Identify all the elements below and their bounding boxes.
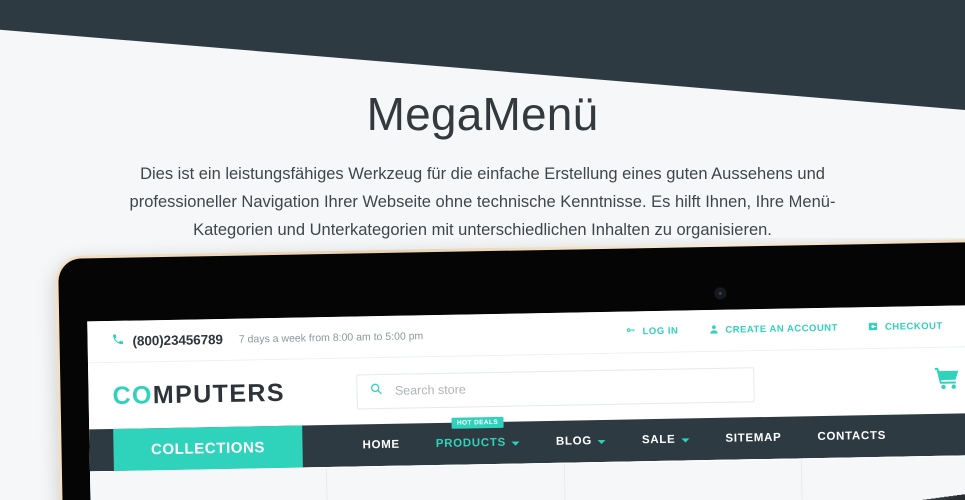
working-hours: 7 days a week from 8:00 am to 5:00 pm [238,329,424,346]
key-icon [625,325,636,339]
nav-item-label: BLOG [555,435,593,448]
tablet-device: (800)23456789 7 days a week from 8:00 am… [55,238,965,500]
hero-description: Dies ist ein leistungsfähiges Werkzeug f… [129,165,836,239]
hero-section: MegaMenü Dies ist ein leistungsfähiges W… [0,86,965,244]
nav-collections-button[interactable]: COLLECTIONS [113,425,303,471]
nav-item-label: SALE [641,433,676,447]
chevron-down-icon [597,439,607,445]
product-image [871,488,965,500]
nav-item-label: CONTACTS [817,429,887,444]
hot-deals-badge: HOT DEALS [451,416,504,429]
cart-widget[interactable]: CART: 0 item(s) [933,364,965,396]
product-cell[interactable] [327,463,570,500]
product-cell[interactable] [89,468,333,500]
create-account-link[interactable]: CREATE AN ACCOUNT [708,321,838,337]
nav-item-sale[interactable]: SALE [624,418,708,462]
checkout-link[interactable]: CHECKOUT [868,319,943,334]
tablet-screen: (800)23456789 7 days a week from 8:00 am… [87,304,965,500]
nav-collections-label: COLLECTIONS [150,438,266,458]
site-logo[interactable]: COMPUTERS [112,378,285,410]
header-spacer [755,381,934,384]
chevron-down-icon [681,438,690,443]
nav-item-products[interactable]: HOT DEALS PRODUCTS [417,416,538,465]
nav-item-label: PRODUCTS [435,436,507,451]
checkout-label: CHECKOUT [884,320,943,333]
search-box[interactable] [356,366,756,409]
nav-item-sitemap[interactable]: SITEMAP [707,416,800,460]
create-account-label: CREATE AN ACCOUNT [725,322,839,336]
page-title: MegaMenü [366,88,599,140]
nav-item-label: SITEMAP [725,431,782,445]
cart-icon [933,366,961,394]
login-link[interactable]: LOG IN [625,324,678,339]
logo-accent-text: CO [112,380,154,410]
search-input[interactable] [392,376,742,399]
search-icon [370,382,383,400]
device-mockup: (800)23456789 7 days a week from 8:00 am… [0,238,965,500]
nav-item-home[interactable]: HOME [344,423,418,466]
nav-item-label: HOME [362,438,400,452]
login-label: LOG IN [642,325,679,338]
product-cell[interactable] [801,455,965,500]
user-icon [708,323,719,337]
nav-item-blog[interactable]: BLOG [538,420,625,464]
nav-item-contacts[interactable]: CONTACTS [799,414,904,458]
phone-group: (800)23456789 7 days a week from 8:00 am… [111,327,423,351]
chevron-down-icon [511,441,521,446]
product-cell[interactable] [564,459,808,500]
phone-number: (800)23456789 [132,331,223,349]
phone-icon [111,332,124,350]
checkout-icon [868,320,879,334]
logo-rest-text: MPUTERS [152,378,286,409]
page-root: MegaMenü Dies ist ein leistungsfähiges W… [0,0,965,500]
